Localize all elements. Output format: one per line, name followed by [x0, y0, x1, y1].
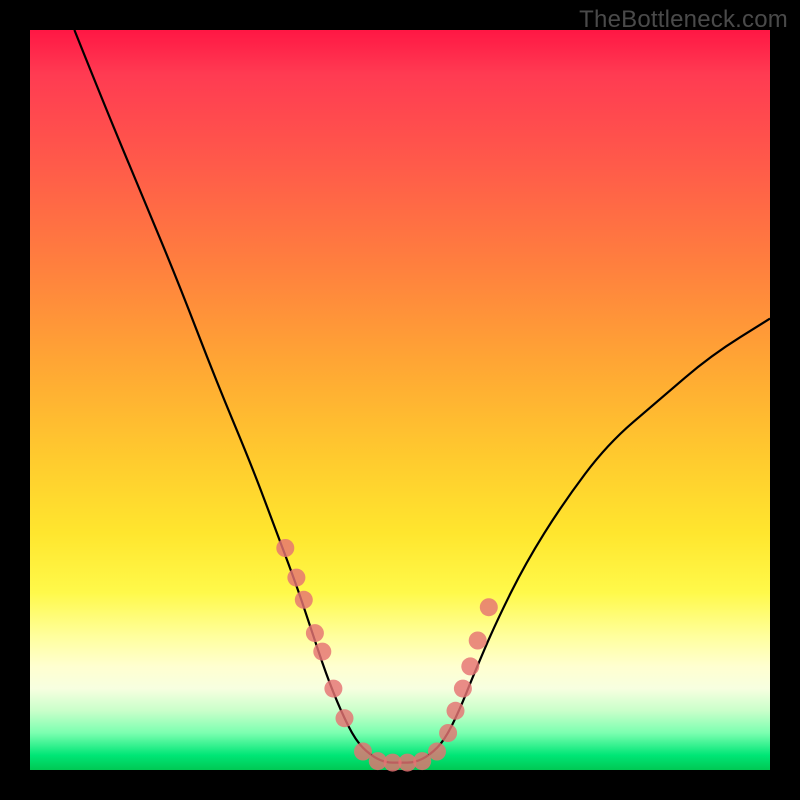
highlight-points-group — [276, 539, 498, 772]
highlight-point — [413, 752, 431, 770]
highlight-point — [354, 743, 372, 761]
chart-frame: TheBottleneck.com — [0, 0, 800, 800]
highlight-point — [324, 680, 342, 698]
curve-svg — [30, 30, 770, 770]
highlight-point — [461, 657, 479, 675]
highlight-point — [439, 724, 457, 742]
highlight-point — [447, 702, 465, 720]
highlight-point — [336, 709, 354, 727]
bottleneck-curve — [74, 30, 770, 763]
highlight-point — [469, 632, 487, 650]
highlight-point — [287, 569, 305, 587]
highlight-point — [480, 598, 498, 616]
highlight-point — [295, 591, 313, 609]
highlight-point — [276, 539, 294, 557]
watermark-text: TheBottleneck.com — [579, 6, 788, 34]
highlight-point — [313, 643, 331, 661]
plot-area — [30, 30, 770, 770]
highlight-point — [428, 743, 446, 761]
highlight-point — [454, 680, 472, 698]
highlight-point — [306, 624, 324, 642]
